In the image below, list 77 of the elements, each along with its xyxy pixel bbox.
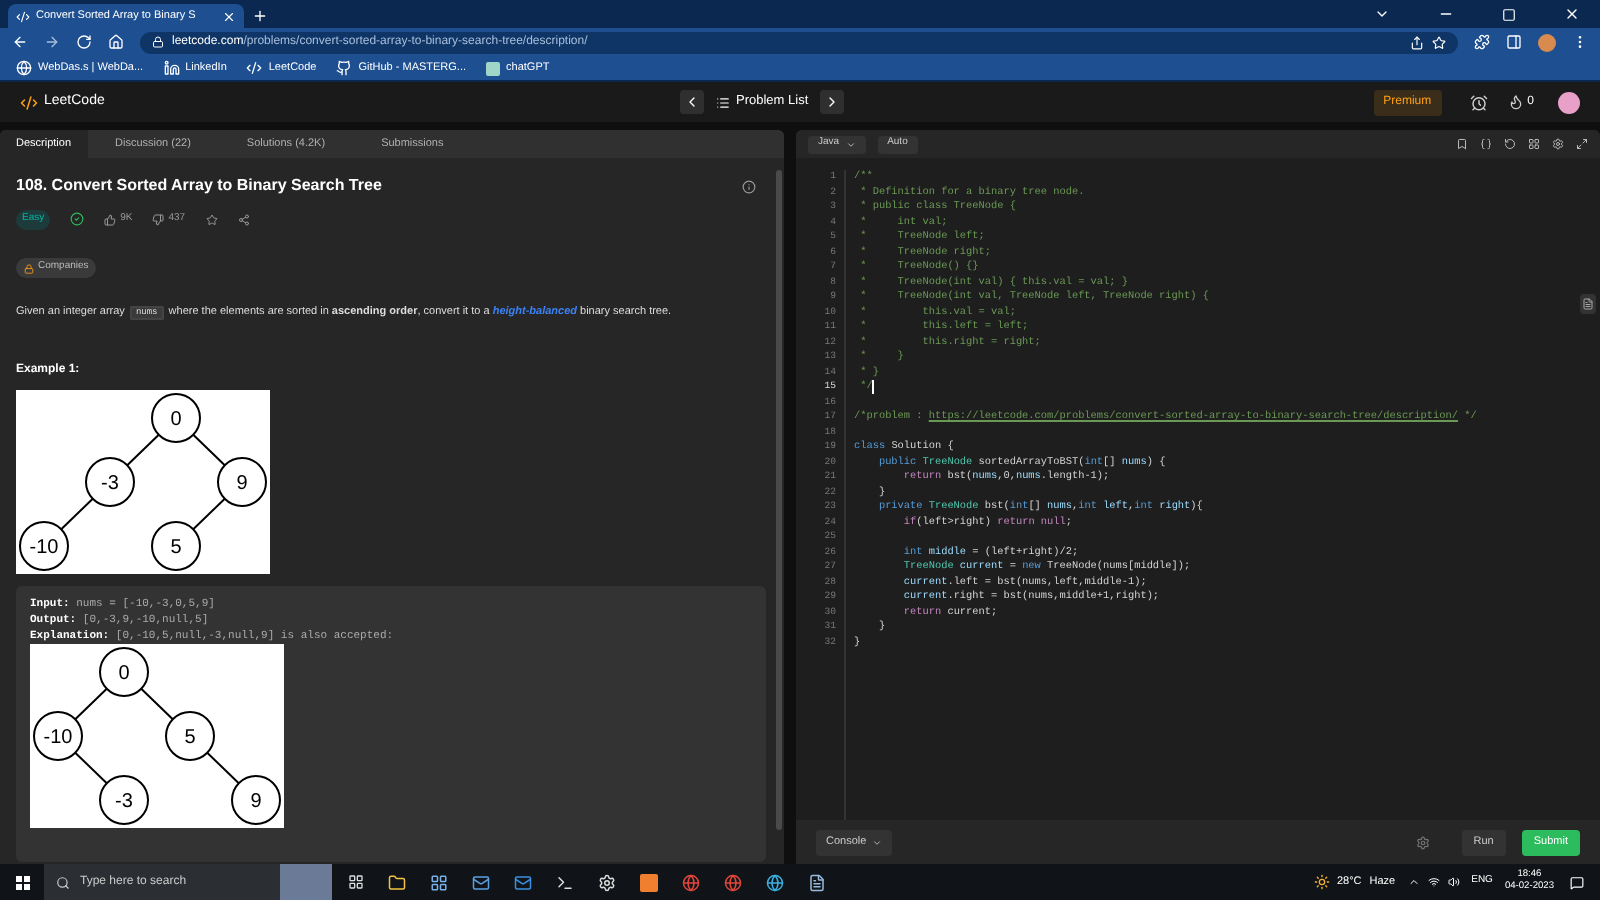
tree-node: 5 [151, 521, 201, 572]
close-window-icon[interactable] [1564, 6, 1580, 22]
tree-node: -10 [19, 521, 69, 572]
share-icon[interactable] [237, 213, 250, 226]
tree-edge [74, 752, 108, 785]
star-icon[interactable] [205, 213, 218, 226]
code-icon [246, 60, 263, 76]
profile-avatar[interactable] [1538, 33, 1556, 51]
braces-icon[interactable] [1480, 138, 1492, 150]
tree-node: -3 [85, 457, 135, 508]
debug-icon[interactable] [1415, 835, 1430, 849]
weather-icon[interactable] [1314, 874, 1331, 890]
reset-icon[interactable] [1504, 138, 1516, 150]
tree-edge [192, 434, 226, 467]
caret-icon [845, 139, 856, 149]
tray-chevron-icon[interactable] [1407, 876, 1420, 888]
list-icon [716, 95, 730, 109]
solved-check-icon [70, 212, 85, 227]
settings-icon[interactable] [598, 873, 616, 891]
tab-favicon-icon [16, 9, 30, 23]
folder-icon[interactable] [388, 873, 406, 891]
tree-node: 0 [151, 393, 201, 444]
tree-node: 9 [217, 457, 267, 508]
reload-icon[interactable] [76, 34, 92, 50]
task-view-icon[interactable] [348, 874, 364, 890]
alarm-clock-icon[interactable] [1469, 93, 1488, 111]
search-icon [56, 875, 70, 889]
forward-icon[interactable] [44, 34, 60, 50]
notifications-icon[interactable] [1570, 875, 1584, 889]
flame-icon[interactable] [1507, 94, 1524, 110]
lock-icon [152, 36, 164, 48]
caret-icon [872, 837, 883, 847]
notepad-icon[interactable] [808, 873, 826, 891]
bookmark-icon[interactable] [1456, 138, 1468, 150]
tree-node: 5 [165, 711, 215, 762]
tree-edge [126, 434, 160, 467]
close-icon[interactable] [222, 9, 236, 23]
tree-edge [140, 688, 174, 721]
tree-edge [60, 498, 94, 531]
problem-title: 108. Convert Sorted Array to Binary Search Tree [16, 174, 384, 198]
tree-edge [192, 498, 226, 531]
settings-icon[interactable] [1552, 138, 1564, 150]
leetcode-logo-icon[interactable] [20, 93, 38, 111]
tree-node: 0 [99, 647, 149, 698]
tree-node: -3 [99, 775, 149, 826]
grid-icon[interactable] [1528, 138, 1540, 150]
previous-button[interactable] [680, 90, 704, 114]
share-icon[interactable] [1410, 35, 1424, 49]
tree-edge [206, 752, 240, 785]
tree-node: -10 [33, 711, 83, 762]
chevron-left-icon [684, 94, 700, 110]
next-button[interactable] [820, 90, 845, 114]
scrollbar-thumb[interactable] [776, 170, 782, 830]
extensions-icon[interactable] [1474, 34, 1490, 50]
mail-icon[interactable] [514, 873, 532, 891]
globe-icon [16, 60, 32, 76]
app-icon[interactable] [640, 873, 658, 891]
network-icon[interactable] [1427, 876, 1440, 888]
info-icon[interactable] [742, 179, 756, 193]
tree-edge [74, 688, 108, 721]
side-panel-icon[interactable] [1506, 34, 1522, 50]
lock-icon [24, 263, 34, 273]
file-icon[interactable] [1580, 294, 1596, 314]
tab-search-icon[interactable] [1374, 6, 1390, 22]
linkedin-icon [163, 60, 180, 76]
tree-node: 9 [231, 775, 281, 826]
user-avatar[interactable] [1558, 91, 1580, 113]
home-icon[interactable] [108, 34, 124, 50]
search-highlight-picture [280, 864, 332, 900]
bookmark-star-icon[interactable] [1432, 35, 1446, 49]
terminal-icon[interactable] [556, 873, 574, 891]
volume-icon[interactable] [1447, 876, 1460, 888]
new-tab-icon[interactable] [252, 8, 268, 24]
maximize-icon[interactable] [1502, 8, 1516, 22]
back-icon[interactable] [12, 34, 28, 50]
github-icon [336, 60, 353, 76]
bookmark-icon [486, 61, 501, 75]
